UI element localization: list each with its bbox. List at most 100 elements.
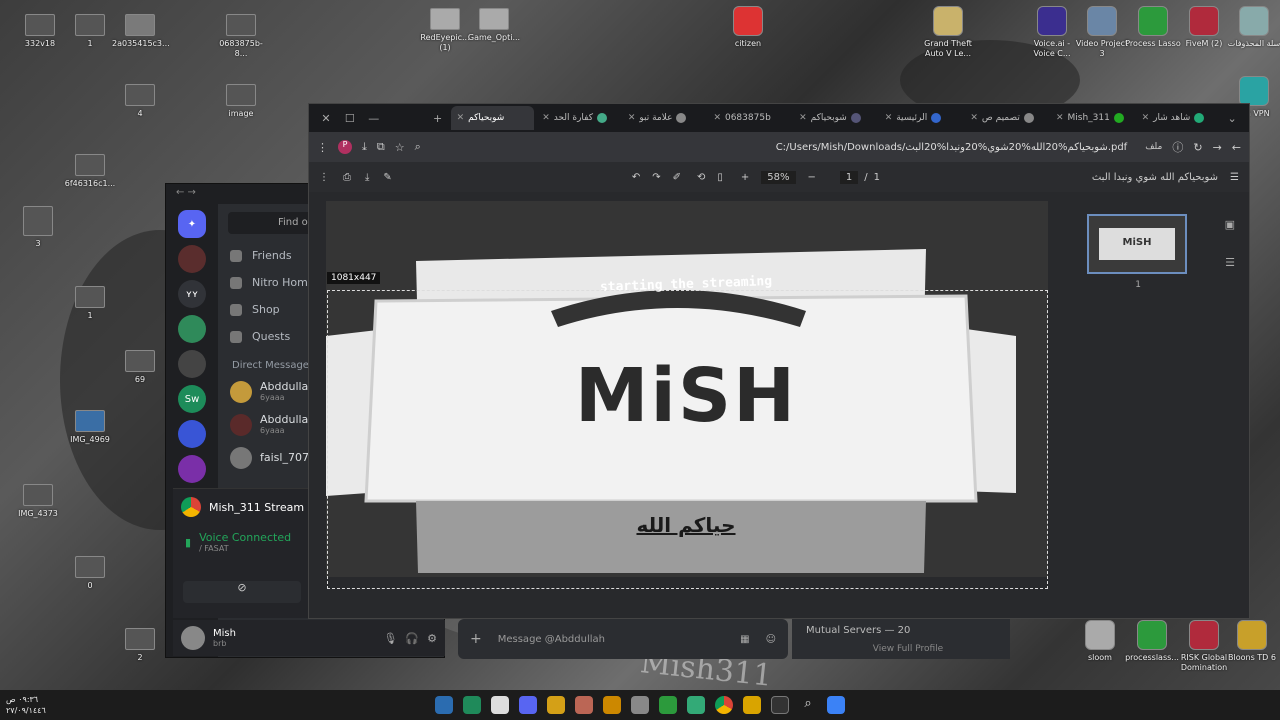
desktop-icon[interactable]: FiveM (2) bbox=[1176, 6, 1232, 49]
desktop-icon[interactable]: RedEyepic... (1) bbox=[417, 8, 473, 53]
desktop-icon[interactable]: Game_Opti... bbox=[466, 8, 522, 43]
close-tab-icon[interactable]: ✕ bbox=[457, 113, 465, 123]
desktop-icon[interactable]: Voice.ai - Voice C... bbox=[1024, 6, 1080, 59]
desktop-icon[interactable]: 1 bbox=[62, 286, 118, 321]
chrome-icon[interactable] bbox=[715, 696, 733, 714]
tab[interactable]: ✕ Mish_311 bbox=[1050, 106, 1134, 130]
search-icon[interactable]: ⌕ bbox=[799, 696, 817, 714]
desktop-icon[interactable]: IMG_4969 bbox=[62, 410, 118, 445]
task-view-icon[interactable] bbox=[771, 696, 789, 714]
menu-dots-icon[interactable]: ⋮ bbox=[317, 141, 328, 154]
tab[interactable]: ✕ كفارة الحد bbox=[536, 106, 620, 130]
desktop-icon[interactable]: 4 bbox=[112, 84, 168, 119]
taskbar-clock[interactable]: ٠٩:٣٦ ص ٢٧/٠٩/١٤٤٦ bbox=[6, 694, 46, 716]
undo-icon[interactable]: ↶ bbox=[632, 172, 640, 183]
gift-icon[interactable]: ▦ bbox=[740, 634, 749, 645]
gear-icon[interactable]: ⚙ bbox=[427, 632, 437, 645]
app-icon[interactable] bbox=[659, 696, 677, 714]
discord-home-icon[interactable]: ✦ bbox=[178, 210, 206, 238]
desktop-icon[interactable]: 2 bbox=[112, 628, 168, 663]
zoom-in-button[interactable]: + bbox=[741, 172, 749, 183]
desktop-icon[interactable]: Bloons TD 6 bbox=[1224, 620, 1280, 663]
camera-off-button[interactable]: ⊘ bbox=[183, 581, 301, 603]
desktop-icon[interactable]: Process Lasso bbox=[1125, 6, 1181, 49]
thumbnails-view-icon[interactable]: ▣ bbox=[1225, 218, 1235, 231]
app-icon[interactable] bbox=[603, 696, 621, 714]
new-tab-icon[interactable]: + bbox=[427, 112, 449, 125]
start-icon[interactable] bbox=[827, 696, 845, 714]
desktop-icon[interactable]: Grand Theft Auto V Le... bbox=[920, 6, 976, 59]
zoom-icon[interactable]: ⌕ bbox=[415, 140, 421, 154]
app-icon[interactable] bbox=[575, 696, 593, 714]
more-icon[interactable]: ⋮ bbox=[319, 172, 329, 183]
draw-icon[interactable]: ✐ bbox=[673, 172, 681, 183]
close-tab-icon[interactable]: ✕ bbox=[628, 113, 636, 123]
download-icon[interactable]: ⤓ bbox=[362, 140, 367, 154]
profile-avatar[interactable]: P bbox=[338, 140, 352, 154]
desktop-icon[interactable]: citizen bbox=[720, 6, 776, 49]
redo-icon[interactable]: ↷ bbox=[652, 172, 660, 183]
close-tab-icon[interactable]: ✕ bbox=[542, 113, 550, 123]
app-icon[interactable] bbox=[463, 696, 481, 714]
server-icon[interactable] bbox=[178, 350, 206, 378]
site-info-icon[interactable]: ⓘ bbox=[1172, 139, 1183, 155]
back-icon[interactable]: ← bbox=[1232, 141, 1241, 154]
desktop-icon[interactable]: 69 bbox=[112, 350, 168, 385]
tab[interactable]: ✕ شاهد شار bbox=[1136, 106, 1220, 130]
download-pdf-icon[interactable]: ⤓ bbox=[365, 172, 369, 183]
close-tab-icon[interactable]: ✕ bbox=[885, 113, 893, 123]
desktop-icon[interactable]: 332v18 bbox=[12, 14, 68, 49]
app-icon[interactable] bbox=[491, 696, 509, 714]
file-explorer-icon[interactable] bbox=[743, 696, 761, 714]
desktop-icon[interactable]: image bbox=[213, 84, 269, 119]
outline-view-icon[interactable]: ☰ bbox=[1225, 256, 1235, 269]
discord-icon[interactable] bbox=[519, 696, 537, 714]
tab-search-icon[interactable]: ⌄ bbox=[1221, 112, 1243, 125]
close-tab-icon[interactable]: ✕ bbox=[799, 113, 807, 123]
tab[interactable]: ✕ شوبحياكم bbox=[450, 106, 535, 130]
reload-icon[interactable]: ↻ bbox=[1193, 141, 1202, 154]
mutual-servers[interactable]: Mutual Servers — 20 bbox=[806, 625, 910, 636]
extensions-icon[interactable]: ⧉ bbox=[377, 140, 385, 154]
close-tab-icon[interactable]: ✕ bbox=[1142, 113, 1150, 123]
url-field[interactable]: C:/Users/Mish/Downloads/شوبحياكم%20الله%… bbox=[431, 142, 1135, 153]
close-tab-icon[interactable]: ✕ bbox=[1056, 113, 1064, 123]
close-window-icon[interactable]: ✕ bbox=[315, 112, 337, 125]
server-icon[interactable] bbox=[178, 245, 206, 273]
recycle-bin-icon[interactable]: سلة المحذوفات bbox=[1226, 6, 1280, 49]
tab[interactable]: ✕ علامة تبو bbox=[622, 106, 706, 130]
desktop-icon[interactable]: 6f46316c1... bbox=[62, 154, 118, 189]
selection-box[interactable] bbox=[327, 290, 1048, 589]
settings-icon[interactable] bbox=[631, 696, 649, 714]
plus-icon[interactable]: + bbox=[470, 631, 482, 647]
maximize-icon[interactable]: ☐ bbox=[339, 112, 361, 125]
desktop-icon[interactable]: 1 bbox=[62, 14, 118, 49]
desktop-icon[interactable]: sloom bbox=[1072, 620, 1128, 663]
tab[interactable]: ✕ شوبحياكم bbox=[793, 106, 877, 130]
app-icon[interactable] bbox=[687, 696, 705, 714]
steam-icon[interactable] bbox=[435, 696, 453, 714]
desktop-icon[interactable]: 0 bbox=[62, 556, 118, 591]
headphones-icon[interactable]: 🎧 bbox=[405, 632, 419, 645]
server-icon[interactable]: ʏʏ bbox=[178, 280, 206, 308]
forward-icon[interactable]: → bbox=[1213, 141, 1222, 154]
page-current[interactable]: 1 bbox=[839, 170, 859, 184]
desktop-icon[interactable]: 0683875b-8... bbox=[213, 14, 269, 59]
server-icon[interactable] bbox=[178, 315, 206, 343]
server-icon[interactable] bbox=[178, 455, 206, 483]
zoom-out-button[interactable]: − bbox=[808, 172, 816, 183]
desktop-icon[interactable]: processlass... bbox=[1124, 620, 1180, 663]
print-icon[interactable]: ⎙ bbox=[343, 172, 351, 183]
fit-page-icon[interactable]: ▯ bbox=[717, 172, 723, 183]
app-icon[interactable] bbox=[547, 696, 565, 714]
close-tab-icon[interactable]: ✕ bbox=[713, 113, 721, 123]
desktop-icon[interactable]: 2a035415c3... bbox=[112, 14, 170, 49]
minimize-icon[interactable]: — bbox=[363, 112, 385, 125]
server-icon[interactable] bbox=[178, 420, 206, 448]
sidebar-menu-icon[interactable]: ☰ bbox=[1230, 172, 1239, 183]
star-icon[interactable]: ☆ bbox=[395, 141, 405, 154]
message-input[interactable]: + Message @Abddullah ▦ ☺ bbox=[458, 619, 788, 659]
view-full-profile-link[interactable]: View Full Profile bbox=[873, 644, 943, 654]
rotate-icon[interactable]: ⟲ bbox=[697, 172, 705, 183]
tab[interactable]: ✕ 0683875b bbox=[707, 106, 791, 130]
